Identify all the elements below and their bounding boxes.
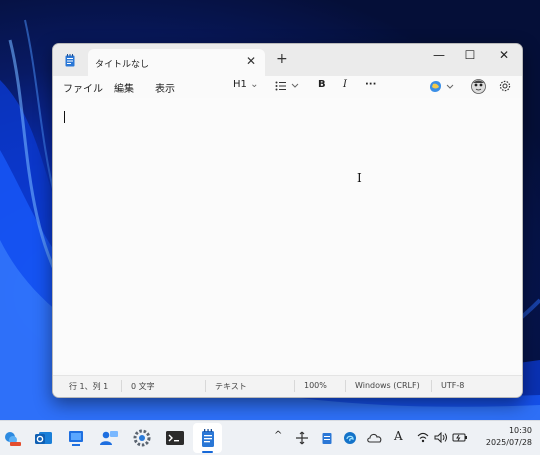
status-encoding[interactable]: UTF-8 [441,381,464,390]
outlook-icon[interactable] [33,428,53,448]
tab-untitled[interactable]: タイトルなし ✕ [88,49,265,76]
onedrive-icon[interactable] [367,432,383,444]
status-zoom[interactable]: 100% [304,381,327,390]
clock-time: 10:30 [508,426,532,435]
show-hidden-icons-button[interactable]: ^ [274,430,282,441]
list-dropdown[interactable] [275,81,301,91]
menu-file[interactable]: ファイル [63,80,103,95]
notepad-app-icon [65,54,75,67]
maximize-button[interactable]: ☐ [460,48,480,66]
gear-icon [499,80,511,92]
heading-dropdown[interactable]: H1 ⌄ [233,79,258,90]
edge-icon[interactable] [343,431,357,445]
text-editor[interactable]: I [53,98,522,372]
clock-date: 2025/07/28 [485,438,532,447]
status-divider [345,380,346,392]
avatar-icon [471,79,486,94]
text-caret [64,111,65,123]
copilot-icon [430,81,454,92]
status-line-ending[interactable]: Windows (CRLF) [355,381,420,390]
minimize-button[interactable]: — [429,48,449,66]
status-divider [205,380,206,392]
notepad-tray-icon[interactable] [321,431,333,445]
terminal-icon[interactable] [165,428,185,448]
people-icon[interactable] [99,428,119,448]
taskbar: ^ A 10:30 2025/07/28 [0,420,540,455]
close-window-button[interactable]: ✕ [494,48,514,66]
account-avatar[interactable] [471,79,486,94]
weather-icon[interactable] [2,428,22,448]
status-bar: 行 1、列 1 0 文字 テキスト 100% Windows (CRLF) UT… [53,375,522,397]
tab-close-icon[interactable]: ✕ [246,54,256,68]
notepad-icon[interactable] [198,428,218,448]
more-options-button[interactable]: ··· [365,79,376,90]
title-bar[interactable]: タイトルなし ✕ + — ☐ ✕ [53,44,522,76]
bold-button[interactable]: B [318,79,326,90]
tab-title: タイトルなし [95,60,150,70]
ibeam-cursor-icon: I [357,171,362,185]
settings-button[interactable] [499,80,511,92]
notepad-window: タイトルなし ✕ + — ☐ ✕ ファイル 編集 表示 H1 ⌄ B I ··· [52,43,523,398]
remote-icon[interactable] [295,431,309,445]
status-format[interactable]: テキスト [215,381,247,392]
system-clock[interactable]: 10:30 2025/07/28 [474,425,532,449]
status-char-count: 0 文字 [131,382,155,391]
active-app-indicator [202,451,213,453]
widgets-icon[interactable] [66,428,86,448]
new-tab-button[interactable]: + [276,51,288,67]
status-divider [121,380,122,392]
list-icon [275,81,299,91]
heading-label: H1 [233,79,247,90]
copilot-dropdown[interactable] [429,80,455,93]
wifi-icon[interactable] [417,432,429,443]
settings-icon[interactable] [132,428,152,448]
status-divider [431,380,432,392]
italic-button[interactable]: I [343,79,347,90]
volume-icon[interactable] [434,432,448,443]
chevron-down-icon: ⌄ [250,79,259,90]
menu-edit[interactable]: 編集 [114,80,134,95]
battery-icon[interactable] [452,432,468,443]
font-icon[interactable]: A [394,429,403,443]
menu-view[interactable]: 表示 [155,80,175,95]
status-divider [294,380,295,392]
menu-bar: ファイル 編集 表示 H1 ⌄ B I ··· [53,76,522,98]
status-cursor-position: 行 1、列 1 [69,382,109,391]
